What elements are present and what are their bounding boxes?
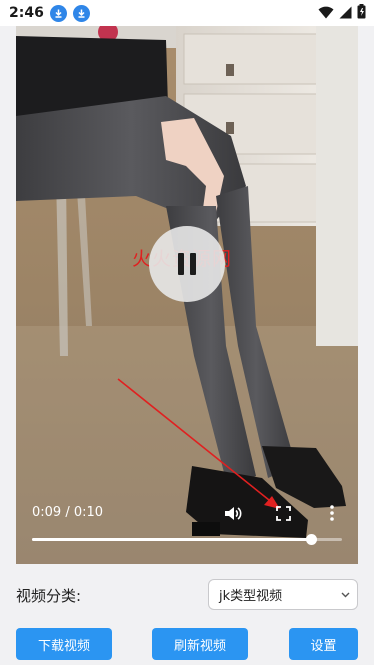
pause-icon	[190, 253, 196, 275]
volume-icon[interactable]	[224, 505, 242, 526]
refresh-video-button[interactable]: 刷新视频	[152, 628, 248, 660]
settings-button[interactable]: 设置	[289, 628, 358, 660]
pause-button[interactable]	[149, 226, 225, 302]
category-label: 视频分类:	[16, 587, 82, 605]
video-player[interactable]: 火火资源网 0:09 / 0:10	[16, 26, 358, 564]
fullscreen-icon[interactable]	[276, 506, 291, 525]
category-select[interactable]: jk类型视频	[208, 579, 358, 610]
chevron-down-icon	[340, 589, 351, 604]
download-icon	[72, 4, 90, 22]
pause-icon	[178, 253, 184, 275]
status-bar: 2:46	[0, 0, 374, 26]
download-video-button[interactable]: 下载视频	[16, 628, 112, 660]
video-timecode: 0:09 / 0:10	[32, 505, 104, 520]
more-vert-icon[interactable]	[330, 505, 334, 525]
download-icon	[49, 4, 67, 22]
progress-bar[interactable]	[32, 534, 342, 545]
battery-icon	[357, 3, 366, 23]
progress-thumb[interactable]	[306, 534, 317, 545]
progress-fill	[32, 538, 311, 541]
signal-icon	[339, 4, 352, 23]
category-selected-value: jk类型视频	[219, 589, 283, 604]
wifi-icon	[318, 4, 334, 23]
status-time: 2:46	[9, 5, 44, 21]
status-icons	[318, 3, 366, 23]
